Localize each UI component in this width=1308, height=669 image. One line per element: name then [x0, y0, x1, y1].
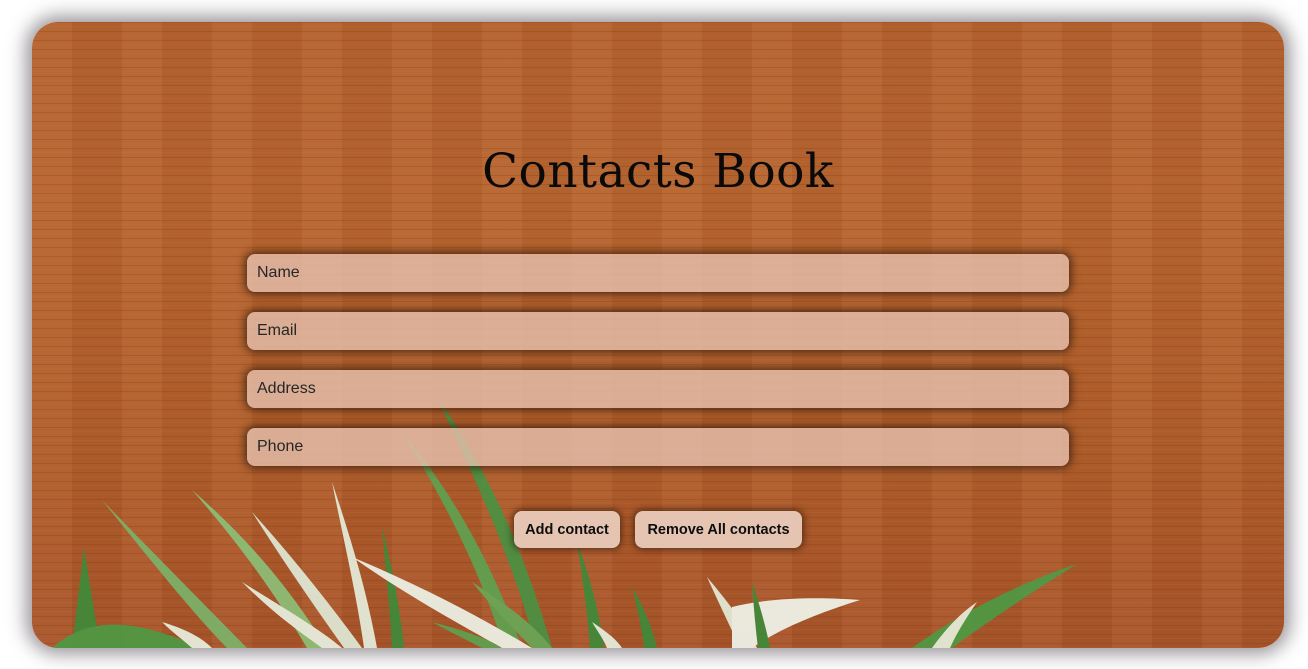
phone-input[interactable] — [247, 428, 1069, 466]
address-input[interactable] — [247, 370, 1069, 408]
app-container: Contacts Book Add contact Remove All con… — [32, 22, 1284, 648]
add-contact-button[interactable]: Add contact — [514, 511, 620, 548]
email-input[interactable] — [247, 312, 1069, 350]
remove-all-contacts-button[interactable]: Remove All contacts — [635, 511, 802, 548]
page-title: Contacts Book — [482, 144, 834, 199]
name-input[interactable] — [247, 254, 1069, 292]
